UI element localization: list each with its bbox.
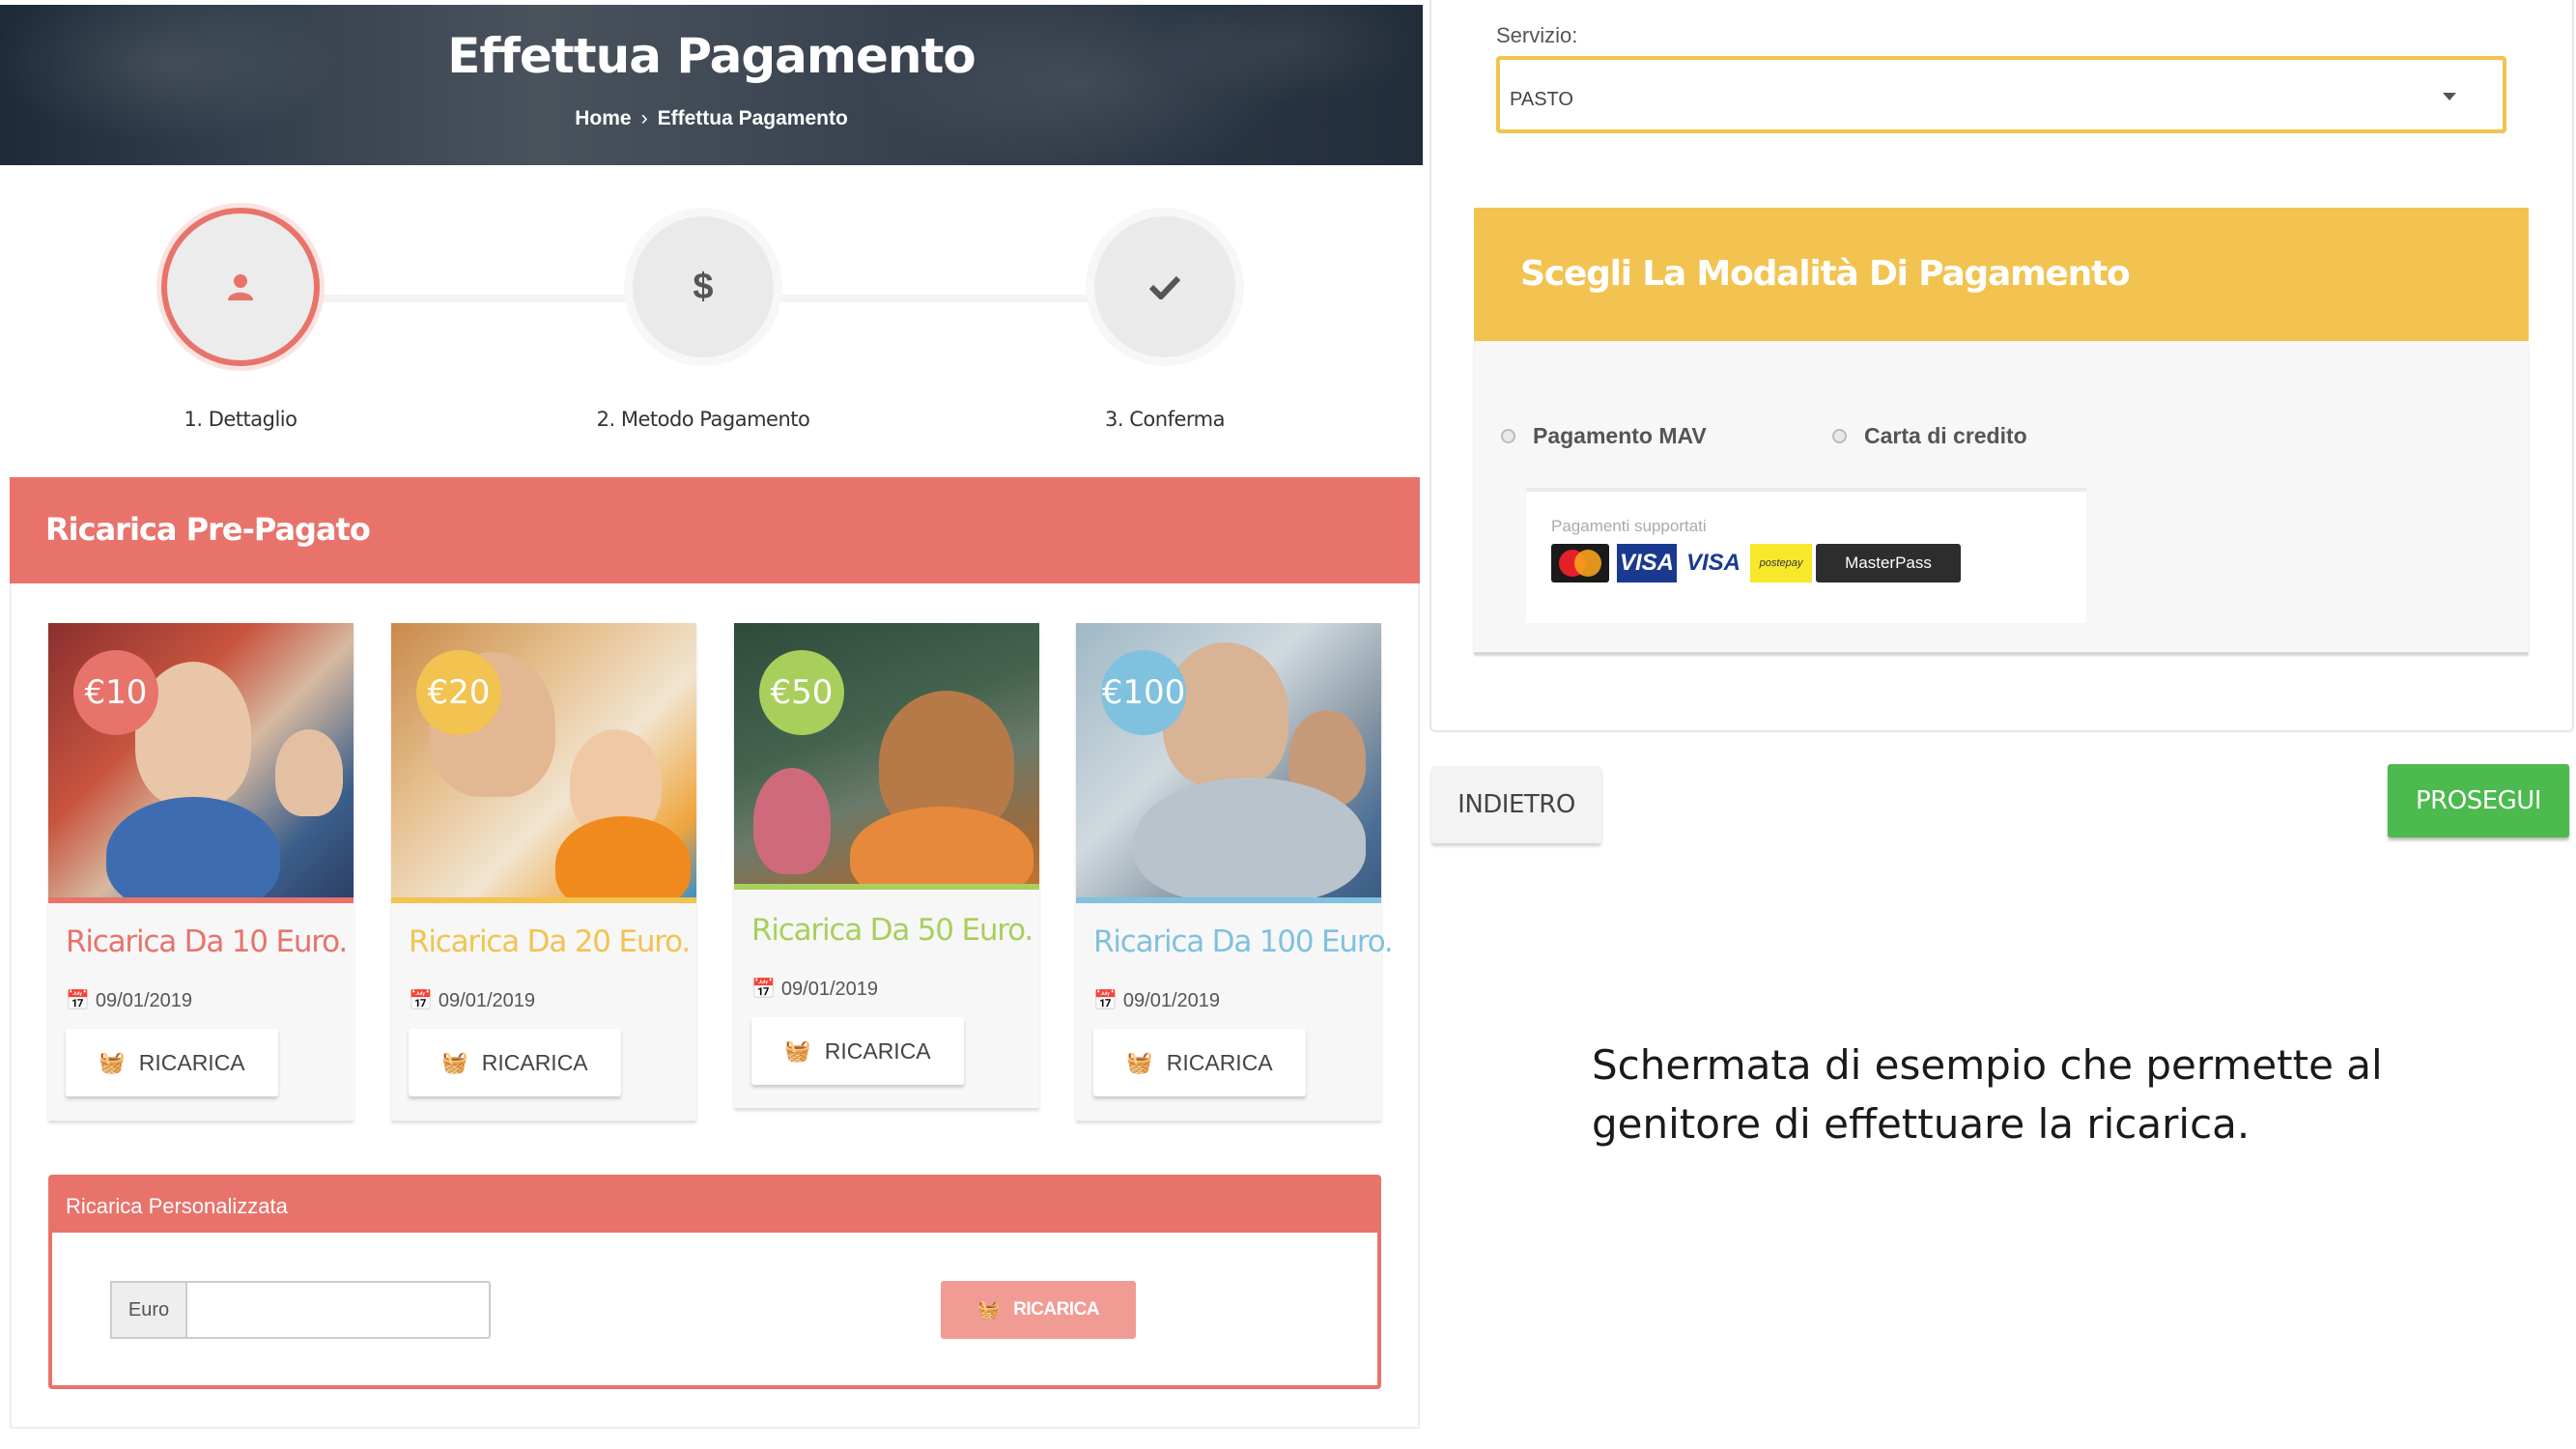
supported-payments-box: Pagamenti supportati VISA VISA postepay … xyxy=(1526,488,2086,623)
recharge-card-50: €50 Ricarica Da 50 Euro. 📅 09/01/2019 🧺 RI… xyxy=(734,623,1039,1108)
ricarica-button[interactable]: 🧺 RICARICA xyxy=(66,1029,278,1096)
card-color-bar xyxy=(48,897,354,903)
step-3-label: 3. Conferma xyxy=(1105,408,1225,431)
card-date: 📅 09/01/2019 xyxy=(409,988,535,1012)
euro-addon: Euro xyxy=(110,1281,185,1339)
custom-ricarica-button-label: RICARICA xyxy=(1013,1299,1100,1320)
basket-icon: 🧺 xyxy=(1126,1050,1153,1074)
radio-credit-card[interactable]: Carta di credito xyxy=(1832,423,2027,449)
visa-logo: VISA xyxy=(1617,544,1677,582)
card-title: Ricarica Da 100 Euro. xyxy=(1093,924,1394,959)
breadcrumb-home[interactable]: Home xyxy=(575,107,631,129)
check-icon xyxy=(1149,275,1180,299)
ricarica-button-label: RICARICA xyxy=(824,1037,931,1064)
service-selected-value: PASTO xyxy=(1510,89,1573,110)
price-badge: €100 xyxy=(1101,650,1186,735)
card-color-bar xyxy=(391,897,696,903)
step-2-circle[interactable]: $ xyxy=(624,208,782,366)
page-title: Effettua Pagamento xyxy=(447,28,977,84)
radio-mav-label: Pagamento MAV xyxy=(1533,423,1707,448)
breadcrumb-current: Effettua Pagamento xyxy=(657,107,848,129)
custom-recharge-header: Ricarica Personalizzata xyxy=(52,1179,1377,1233)
ricarica-button-label: RICARICA xyxy=(481,1049,588,1075)
calendar-icon: 📅 xyxy=(409,990,433,1011)
basket-icon: 🧺 xyxy=(441,1050,468,1074)
recharge-card-100: €100 Ricarica Da 100 Euro. 📅 09/01/2019 🧺… xyxy=(1076,623,1394,1121)
visa-electron-logo: VISA xyxy=(1683,544,1744,582)
breadcrumb: Home › Effettua Pagamento xyxy=(0,107,1423,130)
payment-method-header: Scegli La Modalità Di Pagamento xyxy=(1474,208,2529,341)
basket-icon: 🧺 xyxy=(977,1300,1001,1321)
postepay-logo: postepay xyxy=(1750,544,1812,582)
radio-button[interactable] xyxy=(1501,429,1515,443)
card-title: Ricarica Da 10 Euro. xyxy=(66,924,348,959)
recharge-card-10: €10 Ricarica Da 10 Euro. 📅 09/01/2019 🧺 RI… xyxy=(48,623,354,1121)
step-1-circle[interactable] xyxy=(161,208,320,366)
prepaid-header: Ricarica Pre-Pagato xyxy=(10,477,1420,583)
recharge-card-20: €20 Ricarica Da 20 Euro. 📅 09/01/2019 🧺 RI… xyxy=(391,623,696,1121)
ricarica-button-label: RICARICA xyxy=(138,1049,245,1075)
custom-ricarica-button[interactable]: 🧺 RICARICA xyxy=(941,1281,1136,1339)
card-date-text: 09/01/2019 xyxy=(780,979,879,1000)
card-date-text: 09/01/2019 xyxy=(438,990,536,1011)
ricarica-button[interactable]: 🧺 RICARICA xyxy=(1093,1029,1306,1096)
chevron-right-icon: › xyxy=(640,107,648,129)
service-select[interactable]: PASTO xyxy=(1496,56,2506,133)
calendar-icon: 📅 xyxy=(1093,990,1118,1011)
basket-icon: 🧺 xyxy=(784,1038,811,1063)
step-3-circle[interactable] xyxy=(1086,208,1244,366)
chevron-down-icon xyxy=(2443,93,2456,100)
radio-credit-card-label: Carta di credito xyxy=(1864,423,2027,448)
basket-icon: 🧺 xyxy=(99,1050,126,1074)
ricarica-button-label: RICARICA xyxy=(1166,1049,1273,1075)
step-2-label: 2. Metodo Pagamento xyxy=(596,408,810,431)
calendar-icon: 📅 xyxy=(66,990,90,1011)
step-1-label: 1. Dettaglio xyxy=(184,408,298,431)
price-badge: €20 xyxy=(416,650,501,735)
card-date: 📅 09/01/2019 xyxy=(751,977,878,1001)
price-badge: €50 xyxy=(759,650,844,735)
price-badge: €10 xyxy=(73,650,158,735)
caption-text: Schermata di esempio che permette al gen… xyxy=(1592,1041,2383,1148)
mastercard-logo xyxy=(1551,544,1609,582)
hero-banner: Effettua Pagamento Home › Effettua Pagamen… xyxy=(0,5,1423,165)
custom-recharge-panel: Ricarica Personalizzata Euro 🧺 RICARICA xyxy=(48,1175,1381,1389)
card-color-bar xyxy=(734,884,1039,890)
ricarica-button[interactable]: 🧺 RICARICA xyxy=(409,1029,621,1096)
ricarica-button[interactable]: 🧺 RICARICA xyxy=(751,1017,964,1085)
card-title: Ricarica Da 20 Euro. xyxy=(409,924,691,959)
card-date-text: 09/01/2019 xyxy=(95,990,193,1011)
masterpass-logo: MasterPass xyxy=(1816,544,1961,582)
dollar-icon: $ xyxy=(693,266,714,307)
radio-mav[interactable]: Pagamento MAV xyxy=(1501,423,1707,449)
calendar-icon: 📅 xyxy=(751,979,776,1000)
back-button[interactable]: INDIETRO xyxy=(1431,766,1601,843)
card-color-bar xyxy=(1076,897,1381,903)
card-date: 📅 09/01/2019 xyxy=(1093,988,1220,1012)
supported-payments-label: Pagamenti supportati xyxy=(1551,517,1707,535)
card-title: Ricarica Da 50 Euro. xyxy=(751,913,1033,948)
card-date-text: 09/01/2019 xyxy=(1122,990,1221,1011)
user-icon xyxy=(228,274,253,300)
amount-input[interactable] xyxy=(185,1281,491,1339)
next-button[interactable]: PROSEGUI xyxy=(2388,764,2569,838)
service-label: Servizio: xyxy=(1496,23,1578,47)
card-date: 📅 09/01/2019 xyxy=(66,988,192,1012)
radio-button[interactable] xyxy=(1832,429,1847,443)
